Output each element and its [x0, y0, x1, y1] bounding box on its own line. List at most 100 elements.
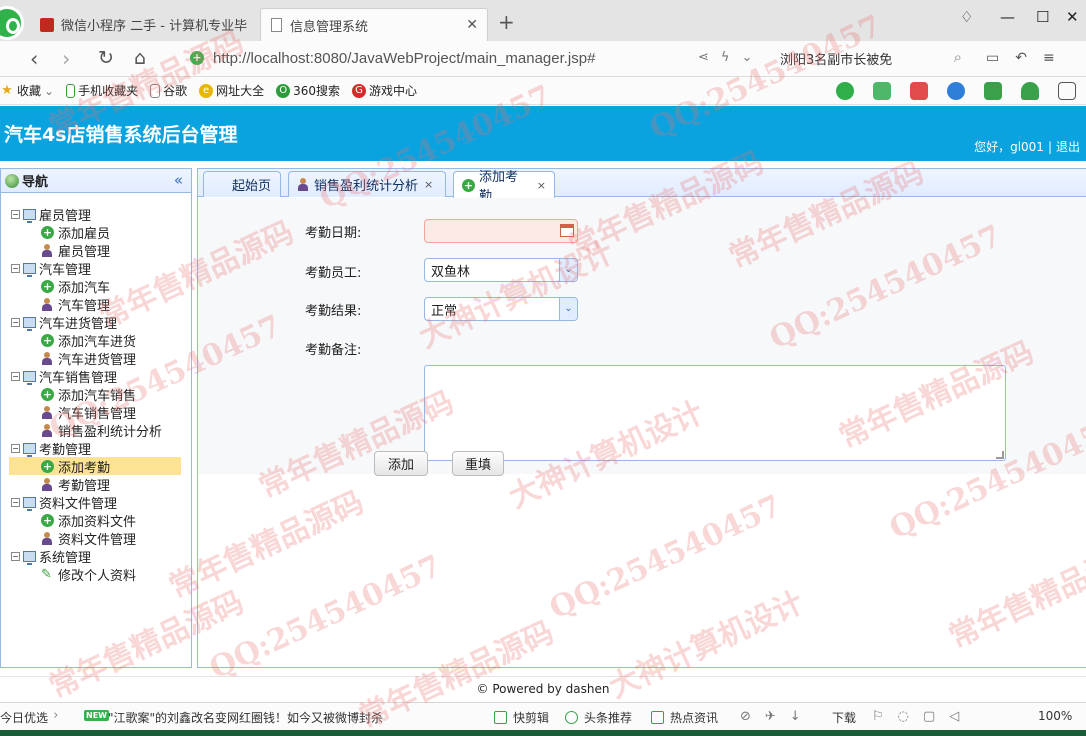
- nav-item[interactable]: 考勤管理: [1, 475, 191, 494]
- nav-item[interactable]: 资料文件管理: [1, 529, 191, 548]
- back-icon[interactable]: ‹: [30, 47, 38, 71]
- nav-item[interactable]: ✎ 修改个人资料: [1, 565, 191, 584]
- bookmark-item[interactable]: 谷歌: [150, 82, 187, 99]
- home-icon[interactable]: ⌂: [134, 47, 146, 69]
- search-field[interactable]: 浏阳3名副市长被免 ⌕: [770, 44, 970, 72]
- new-tab-icon[interactable]: +: [498, 10, 515, 34]
- nav-item[interactable]: + 添加雇员: [1, 223, 191, 242]
- close-tab-icon[interactable]: ✕: [466, 17, 478, 33]
- date-input[interactable]: [424, 219, 578, 243]
- download-label[interactable]: 下载: [832, 709, 856, 726]
- user-icon: [297, 178, 309, 191]
- user-icon: [41, 351, 53, 365]
- toolbar-icons[interactable]: ▭↶≡: [986, 50, 1071, 66]
- nav-item[interactable]: + 添加汽车进货: [1, 331, 191, 350]
- close-tab-icon[interactable]: ×: [537, 179, 546, 192]
- site-info-icon[interactable]: +: [190, 51, 204, 65]
- calendar-icon[interactable]: [560, 224, 574, 237]
- nav-item-label: 资料文件管理: [58, 532, 137, 548]
- result-select[interactable]: 正常 ⌄: [424, 297, 578, 321]
- browser-logo-icon[interactable]: [0, 6, 24, 40]
- folder-icon: [23, 208, 36, 223]
- nav-group[interactable]: − 雇员管理: [1, 205, 191, 224]
- nav-item[interactable]: + 添加汽车: [1, 277, 191, 296]
- bookmark-item[interactable]: G 游戏中心: [352, 82, 417, 99]
- collapse-node-icon[interactable]: −: [11, 209, 20, 219]
- status-item[interactable]: 头条推荐: [565, 709, 632, 726]
- nav-item[interactable]: + 添加考勤: [9, 457, 181, 476]
- collapse-node-icon[interactable]: −: [11, 317, 20, 327]
- nav-item[interactable]: 汽车管理: [1, 295, 191, 314]
- search-tool-icon: [947, 82, 965, 100]
- tab-add-attendance[interactable]: + 添加考勤 ×: [453, 170, 555, 204]
- status-item[interactable]: 快剪辑: [494, 709, 549, 726]
- bookmark-item[interactable]: O 360搜索: [276, 82, 340, 99]
- tab-start-page[interactable]: 起始页: [203, 171, 281, 197]
- add-button[interactable]: 添加: [374, 451, 428, 476]
- news-nav-icons[interactable]: ‹›: [40, 708, 66, 723]
- bookmark-item[interactable]: ★ 收藏 ⌄: [0, 82, 54, 99]
- tab-sales-profit[interactable]: 销售盈利统计分析 ×: [288, 171, 446, 197]
- collapse-node-icon[interactable]: −: [11, 263, 20, 273]
- status-tool-icons-2[interactable]: ⚐◌▢◁: [872, 709, 973, 724]
- browser-tab-1[interactable]: 微信小程序 二手 - 计算机专业毕: [30, 8, 258, 41]
- employee-value: 双鱼林: [431, 264, 471, 280]
- play-icon: [565, 711, 578, 724]
- collapse-icon[interactable]: «: [174, 171, 183, 189]
- collapse-node-icon[interactable]: −: [11, 551, 20, 561]
- folder-icon: [23, 370, 36, 385]
- minimize-icon[interactable]: —: [1000, 8, 1015, 26]
- url-field[interactable]: + http://localhost:8080/JavaWebProject/m…: [190, 44, 740, 72]
- collapse-node-icon[interactable]: −: [11, 371, 20, 381]
- attendance-form: 考勤日期: 考勤员工: 双鱼林 ⌄ 考勤结果: 正常 ⌄ 考勤备注:: [198, 198, 1086, 474]
- greeting-text: 您好，gl001: [974, 140, 1044, 154]
- skin-icon[interactable]: ♢: [960, 8, 973, 26]
- reset-button[interactable]: 重填: [452, 451, 504, 476]
- maximize-icon[interactable]: ☐: [1036, 8, 1049, 26]
- nav-group[interactable]: − 汽车管理: [1, 259, 191, 278]
- close-tab-icon[interactable]: ×: [424, 178, 433, 191]
- nav-item[interactable]: + 添加资料文件: [1, 511, 191, 530]
- chevron-down-icon[interactable]: ⌄: [559, 298, 577, 320]
- bookmark-item[interactable]: e 网址大全: [199, 82, 264, 99]
- add-icon: +: [41, 333, 54, 347]
- nav-group[interactable]: − 汽车销售管理: [1, 367, 191, 386]
- logout-link[interactable]: 退出: [1056, 140, 1080, 154]
- nav-item[interactable]: 汽车进货管理: [1, 349, 191, 368]
- nav-group[interactable]: − 资料文件管理: [1, 493, 191, 512]
- extension-icons[interactable]: [836, 82, 1086, 100]
- employee-label: 考勤员工:: [305, 266, 362, 281]
- user-icon: [41, 423, 53, 437]
- bookmark-item[interactable]: 手机收藏夹: [66, 82, 138, 99]
- nav-group-label: 汽车销售管理: [39, 370, 118, 386]
- bookmarks-bar: ★ 收藏 ⌄ 手机收藏夹 谷歌 e 网址大全 O 360搜索 G 游戏中心: [0, 77, 1086, 105]
- collapse-node-icon[interactable]: −: [11, 497, 20, 507]
- status-tool-icons[interactable]: ⊘✈↓: [740, 709, 815, 724]
- news-link[interactable]: "江歌案"的刘鑫改名变网红圈钱！如今又被微博封杀: [108, 709, 383, 726]
- nav-group[interactable]: − 考勤管理: [1, 439, 191, 458]
- nav-item[interactable]: 销售盈利统计分析: [1, 421, 191, 440]
- address-bar: ‹ › ↻ ⌂ + http://localhost:8080/JavaWebP…: [0, 41, 1086, 77]
- browser-tab-2[interactable]: 信息管理系统 ✕: [260, 8, 488, 41]
- employee-select[interactable]: 双鱼林 ⌄: [424, 258, 578, 282]
- forward-icon[interactable]: ›: [62, 47, 70, 71]
- nav-item[interactable]: 汽车销售管理: [1, 403, 191, 422]
- chevron-down-icon[interactable]: ⌄: [559, 259, 577, 281]
- address-actions[interactable]: ⋖ϟ⌄: [698, 50, 764, 65]
- nav-item-label: 汽车销售管理: [58, 406, 137, 422]
- status-item[interactable]: 热点资讯: [651, 709, 718, 726]
- memo-textarea[interactable]: [424, 365, 1006, 461]
- collapse-node-icon[interactable]: −: [11, 443, 20, 453]
- close-window-icon[interactable]: ✕: [1066, 8, 1079, 26]
- resize-handle[interactable]: [996, 451, 1004, 459]
- nav-group[interactable]: − 汽车进货管理: [1, 313, 191, 332]
- search-icon[interactable]: ⌕: [954, 48, 962, 66]
- nav-group-label: 资料文件管理: [39, 496, 118, 512]
- nav-item[interactable]: + 添加汽车销售: [1, 385, 191, 404]
- nav-item[interactable]: 雇员管理: [1, 241, 191, 260]
- nav-tree: − 雇员管理 + 添加雇员 雇员管理 − 汽车管理 + 添加汽车 汽车管理 − 汽车进货管理 + 添加汽车…: [1, 193, 191, 584]
- zoom-level[interactable]: 100%: [1038, 709, 1072, 723]
- reload-icon[interactable]: ↻: [98, 47, 114, 69]
- add-icon: +: [41, 459, 54, 473]
- nav-group[interactable]: − 系统管理: [1, 547, 191, 566]
